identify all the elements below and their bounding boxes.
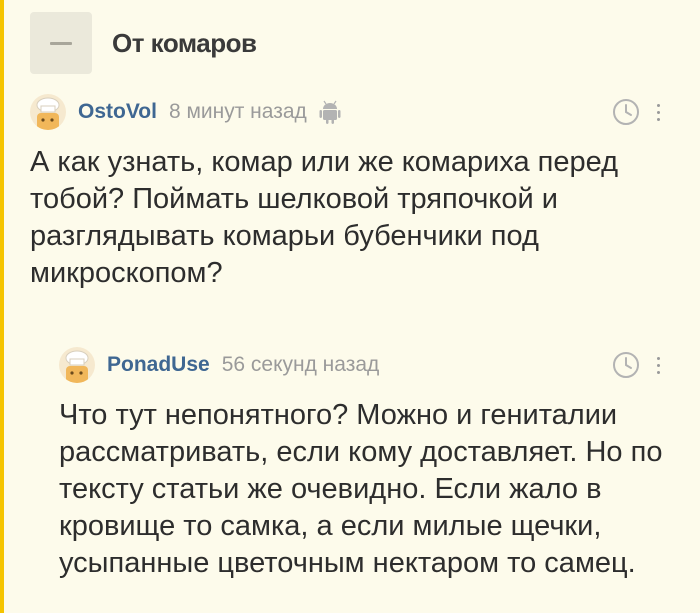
- thread-indent-bar: [0, 0, 4, 613]
- comment-header: PonadUse 56 секунд назад: [59, 347, 379, 383]
- clock-icon[interactable]: [612, 98, 640, 126]
- comment-timestamp[interactable]: 56 секунд назад: [222, 353, 380, 377]
- comment-author[interactable]: OstoVol: [78, 100, 157, 124]
- more-options-icon[interactable]: [653, 97, 663, 127]
- comment-author[interactable]: PonadUse: [107, 353, 210, 377]
- comment-timestamp[interactable]: 8 минут назад: [169, 100, 307, 124]
- avatar[interactable]: [59, 347, 95, 383]
- chef-avatar-icon: [65, 350, 89, 383]
- comment-header: OstoVol 8 минут назад: [30, 94, 341, 130]
- thread-title: От комаров: [112, 28, 257, 58]
- comment-text: А как узнать, комар или же комариха пере…: [30, 146, 619, 289]
- chef-avatar-icon: [36, 97, 60, 130]
- minus-icon: [50, 41, 72, 45]
- collapse-button[interactable]: [30, 12, 92, 74]
- clock-icon[interactable]: [612, 351, 640, 379]
- android-icon: [319, 99, 341, 125]
- avatar[interactable]: [30, 94, 66, 130]
- comment-text: Что тут непонятного? Можно и гениталии р…: [59, 399, 663, 579]
- more-options-icon[interactable]: [653, 350, 663, 380]
